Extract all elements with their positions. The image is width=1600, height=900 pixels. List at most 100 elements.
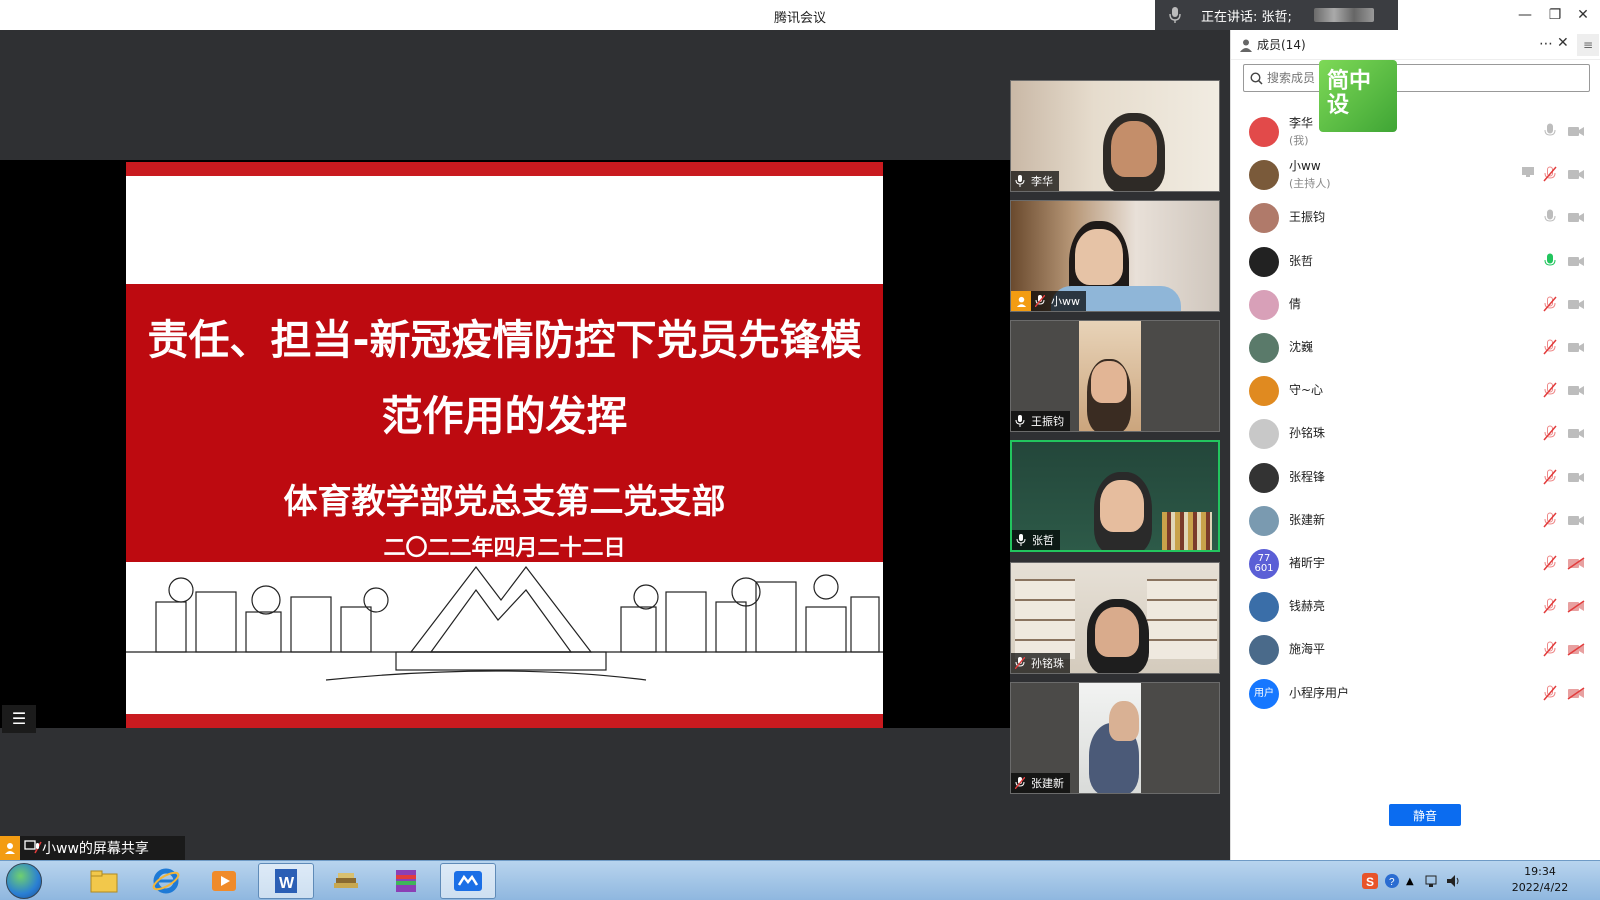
member-name: 张程锋	[1289, 469, 1326, 484]
microphone-muted-icon[interactable]	[1543, 166, 1557, 185]
close-button[interactable]: ✕	[1572, 4, 1594, 26]
slide-bottom-band	[126, 714, 883, 728]
microphone-muted-icon[interactable]	[1543, 555, 1557, 574]
member-row[interactable]: 倩	[1231, 283, 1600, 327]
search-input[interactable]	[1267, 71, 1567, 85]
participant-name: 小ww	[1051, 295, 1080, 308]
microphone-muted-icon[interactable]	[1543, 469, 1557, 488]
tencent-meeting-icon[interactable]	[440, 863, 496, 899]
video-tile-lihua[interactable]: 李华	[1010, 80, 1220, 192]
video-tile-sunmingzhu[interactable]: 孙铭珠	[1010, 562, 1220, 674]
member-role: (主持人)	[1289, 177, 1331, 191]
member-row[interactable]: 孙铭珠	[1231, 412, 1600, 456]
microphone-icon[interactable]	[1543, 253, 1557, 272]
member-avatar	[1249, 592, 1279, 623]
member-row[interactable]: 张哲	[1231, 240, 1600, 284]
camera-icon[interactable]	[1567, 471, 1585, 487]
microphone-icon[interactable]	[1543, 123, 1557, 142]
list-menu-button[interactable]: ☰	[2, 705, 36, 733]
internet-explorer-icon[interactable]	[138, 863, 194, 899]
member-row[interactable]: 沈巍	[1231, 326, 1600, 370]
camera-off-icon[interactable]	[1567, 643, 1585, 659]
microphone-icon	[1016, 534, 1026, 546]
presentation-slide: 责任、担当-新冠疫情防控下党员先锋模 范作用的发挥 体育教学部党总支第二党支部 …	[126, 162, 883, 728]
microphone-muted-icon	[1035, 295, 1045, 307]
member-row[interactable]: 小ww (主持人)	[1231, 153, 1600, 197]
member-name: 守~心	[1289, 383, 1324, 398]
member-avatar	[1249, 419, 1279, 450]
camera-icon[interactable]	[1567, 168, 1585, 184]
network-icon[interactable]	[1424, 874, 1438, 888]
slide-top-band	[126, 162, 883, 176]
member-avatar: 用户	[1249, 678, 1279, 709]
member-row[interactable]: 钱赫亮	[1231, 585, 1600, 629]
minimize-button[interactable]: —	[1514, 4, 1536, 26]
blurred-name	[1313, 8, 1374, 22]
member-avatar	[1249, 505, 1279, 536]
camera-icon[interactable]	[1567, 255, 1585, 271]
video-tile-xiaoww[interactable]: 小ww	[1010, 200, 1220, 312]
microphone-muted-icon[interactable]	[1543, 339, 1557, 358]
camera-icon[interactable]	[1567, 211, 1585, 227]
media-player-icon[interactable]	[196, 863, 252, 899]
member-name: 倩	[1289, 296, 1302, 311]
member-search-box[interactable]	[1243, 64, 1590, 92]
shelf-left	[1015, 579, 1075, 659]
sogou-input-icon[interactable]: S	[1362, 873, 1378, 889]
microphone-icon	[1169, 7, 1181, 23]
camera-icon[interactable]	[1567, 341, 1585, 357]
member-row[interactable]: 施海平	[1231, 628, 1600, 672]
restore-button[interactable]: ❐	[1544, 4, 1566, 26]
camera-off-icon[interactable]	[1567, 600, 1585, 616]
microphone-muted-icon[interactable]	[1543, 512, 1557, 531]
camera-off-icon[interactable]	[1567, 686, 1585, 703]
member-row[interactable]: 用户 小程序用户	[1231, 672, 1600, 716]
member-row[interactable]: 77 601 褚昕宇	[1231, 542, 1600, 586]
camera-icon[interactable]	[1567, 384, 1585, 400]
microphone-muted-icon[interactable]	[1543, 641, 1557, 660]
video-tile-zhangjianxin[interactable]: 张建新	[1010, 682, 1220, 794]
camera-icon[interactable]	[1567, 427, 1585, 443]
side-menu-button[interactable]: ≡	[1577, 34, 1599, 56]
close-panel-button[interactable]: ✕	[1557, 35, 1569, 51]
member-row[interactable]: 张建新	[1231, 499, 1600, 543]
member-row[interactable]: 王振钧	[1231, 196, 1600, 240]
word-icon[interactable]: W	[258, 863, 314, 899]
camera-icon[interactable]	[1567, 298, 1585, 314]
member-row[interactable]: 张程锋	[1231, 456, 1600, 500]
microphone-muted-icon	[1015, 777, 1025, 789]
volume-icon[interactable]	[1446, 874, 1462, 888]
search-icon	[1250, 71, 1263, 85]
camera-icon[interactable]	[1567, 514, 1585, 530]
slide-organization: 体育教学部党总支第二党支部	[283, 482, 726, 522]
more-options-button[interactable]: ⋯	[1539, 36, 1553, 52]
camera-off-icon[interactable]	[1567, 557, 1585, 573]
microphone-muted-icon[interactable]	[1543, 598, 1557, 617]
mute-all-button[interactable]: 静音	[1389, 804, 1461, 826]
member-row[interactable]: 李华 (我)	[1231, 110, 1600, 154]
member-avatar	[1249, 246, 1279, 277]
microphone-icon[interactable]	[1543, 209, 1557, 228]
taskbar-clock[interactable]: 19:34 2022/4/22	[1500, 864, 1580, 896]
start-button[interactable]	[6, 863, 42, 899]
member-avatar	[1249, 117, 1279, 147]
archive-icon[interactable]	[378, 863, 434, 899]
svg-text:?: ?	[1389, 877, 1395, 888]
participant-face	[1111, 121, 1157, 177]
clock-time: 19:34	[1524, 865, 1556, 878]
camera-icon[interactable]	[1567, 125, 1585, 141]
microphone-muted-icon[interactable]	[1543, 382, 1557, 401]
file-explorer-icon[interactable]	[76, 863, 132, 899]
video-tile-wangzhenjun[interactable]: 王振钧	[1010, 320, 1220, 432]
member-avatar	[1249, 635, 1279, 666]
microphone-muted-icon[interactable]	[1543, 425, 1557, 444]
tray-expand-icon[interactable]: ▲	[1406, 876, 1414, 887]
member-avatar: 77 601	[1249, 549, 1279, 579]
help-icon[interactable]: ?	[1384, 873, 1400, 889]
member-name: 小程序用户	[1289, 685, 1350, 700]
member-row[interactable]: 守~心	[1231, 369, 1600, 413]
books-icon[interactable]	[318, 863, 374, 899]
video-tile-zhangzhe[interactable]: 张哲	[1010, 440, 1220, 552]
microphone-muted-icon[interactable]	[1543, 296, 1557, 315]
microphone-muted-icon[interactable]	[1543, 685, 1557, 704]
